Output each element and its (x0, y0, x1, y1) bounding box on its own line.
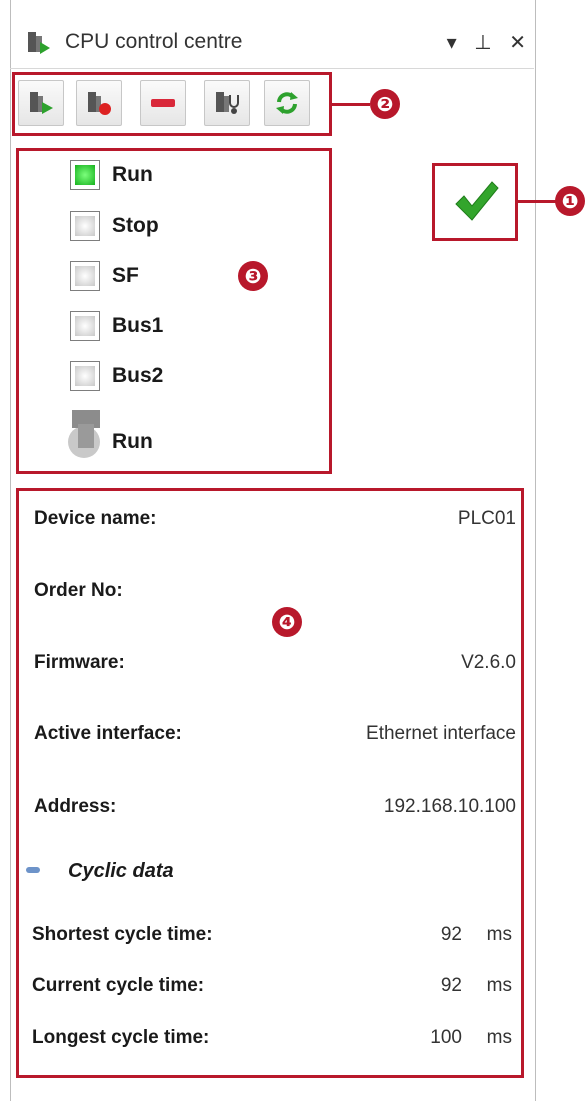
led-label: Bus2 (112, 364, 164, 387)
panel-titlebar: CPU control centre ▾ ⊥ ✕ (10, 14, 534, 68)
stop-cpu-button[interactable] (76, 80, 122, 126)
diagnostics-button[interactable] (204, 80, 250, 126)
info-key: Order No: (34, 580, 123, 601)
panel-title: CPU control centre (65, 30, 243, 53)
callout-1-leader (518, 200, 558, 203)
led-bus2-indicator (70, 361, 100, 391)
led-run-indicator (70, 160, 100, 190)
cycle-value: 92 (440, 924, 462, 945)
collapse-minus-icon (26, 867, 40, 873)
info-value: 192.168.10.100 (383, 796, 516, 817)
led-stop-indicator (70, 211, 100, 241)
cycle-unit: ms (486, 924, 512, 945)
status-leds-highlight (16, 148, 332, 474)
cycle-unit: ms (486, 975, 512, 996)
title-controls: ▾ ⊥ ✕ (435, 30, 526, 55)
cycle-key: Current cycle time: (32, 975, 205, 996)
callout-1: ❶ (555, 186, 585, 216)
cyclic-data-header: Cyclic data (68, 860, 174, 882)
checkmark-icon (455, 181, 499, 221)
refresh-icon (276, 92, 298, 114)
dropdown-arrow-icon[interactable]: ▾ (447, 30, 457, 55)
run-cpu-button[interactable] (18, 80, 64, 126)
info-key: Device name: (34, 508, 157, 529)
close-icon[interactable]: ✕ (509, 30, 526, 55)
cpu-stop-icon (88, 92, 111, 115)
key-switch-icon (68, 410, 100, 458)
cpu-start-icon (28, 32, 50, 54)
cycle-unit: ms (486, 1027, 512, 1048)
refresh-button[interactable] (264, 80, 310, 126)
cycle-key: Longest cycle time: (32, 1027, 210, 1048)
info-key: Active interface: (34, 723, 182, 744)
led-bus1-indicator (70, 311, 100, 341)
minus-icon (151, 99, 175, 107)
info-key: Address: (34, 796, 117, 817)
led-label: Stop (112, 214, 159, 237)
info-value: PLC01 (457, 508, 516, 529)
callout-2: ❷ (370, 89, 400, 119)
callout-2-leader (332, 103, 370, 106)
info-value: V2.6.0 (461, 652, 516, 673)
callout-3: ❸ (238, 261, 268, 291)
info-key: Firmware: (34, 652, 125, 673)
cycle-value: 92 (440, 975, 462, 996)
title-separator (10, 68, 534, 69)
device-diagnostics-icon (216, 92, 239, 114)
remove-button[interactable] (140, 80, 186, 126)
cycle-value: 100 (430, 1027, 462, 1048)
cycle-key: Shortest cycle time: (32, 924, 213, 945)
led-label: SF (112, 264, 139, 287)
led-sf-indicator (70, 261, 100, 291)
led-label: Run (112, 163, 153, 186)
info-value: Ethernet interface (366, 723, 516, 744)
led-label: Bus1 (112, 314, 164, 337)
cyclic-data-collapse-toggle[interactable] (26, 863, 40, 882)
cpu-start-icon (30, 92, 53, 114)
pin-icon[interactable]: ⊥ (474, 30, 491, 55)
callout-4: ❹ (272, 607, 302, 637)
mode-switch-label: Run (112, 430, 153, 453)
